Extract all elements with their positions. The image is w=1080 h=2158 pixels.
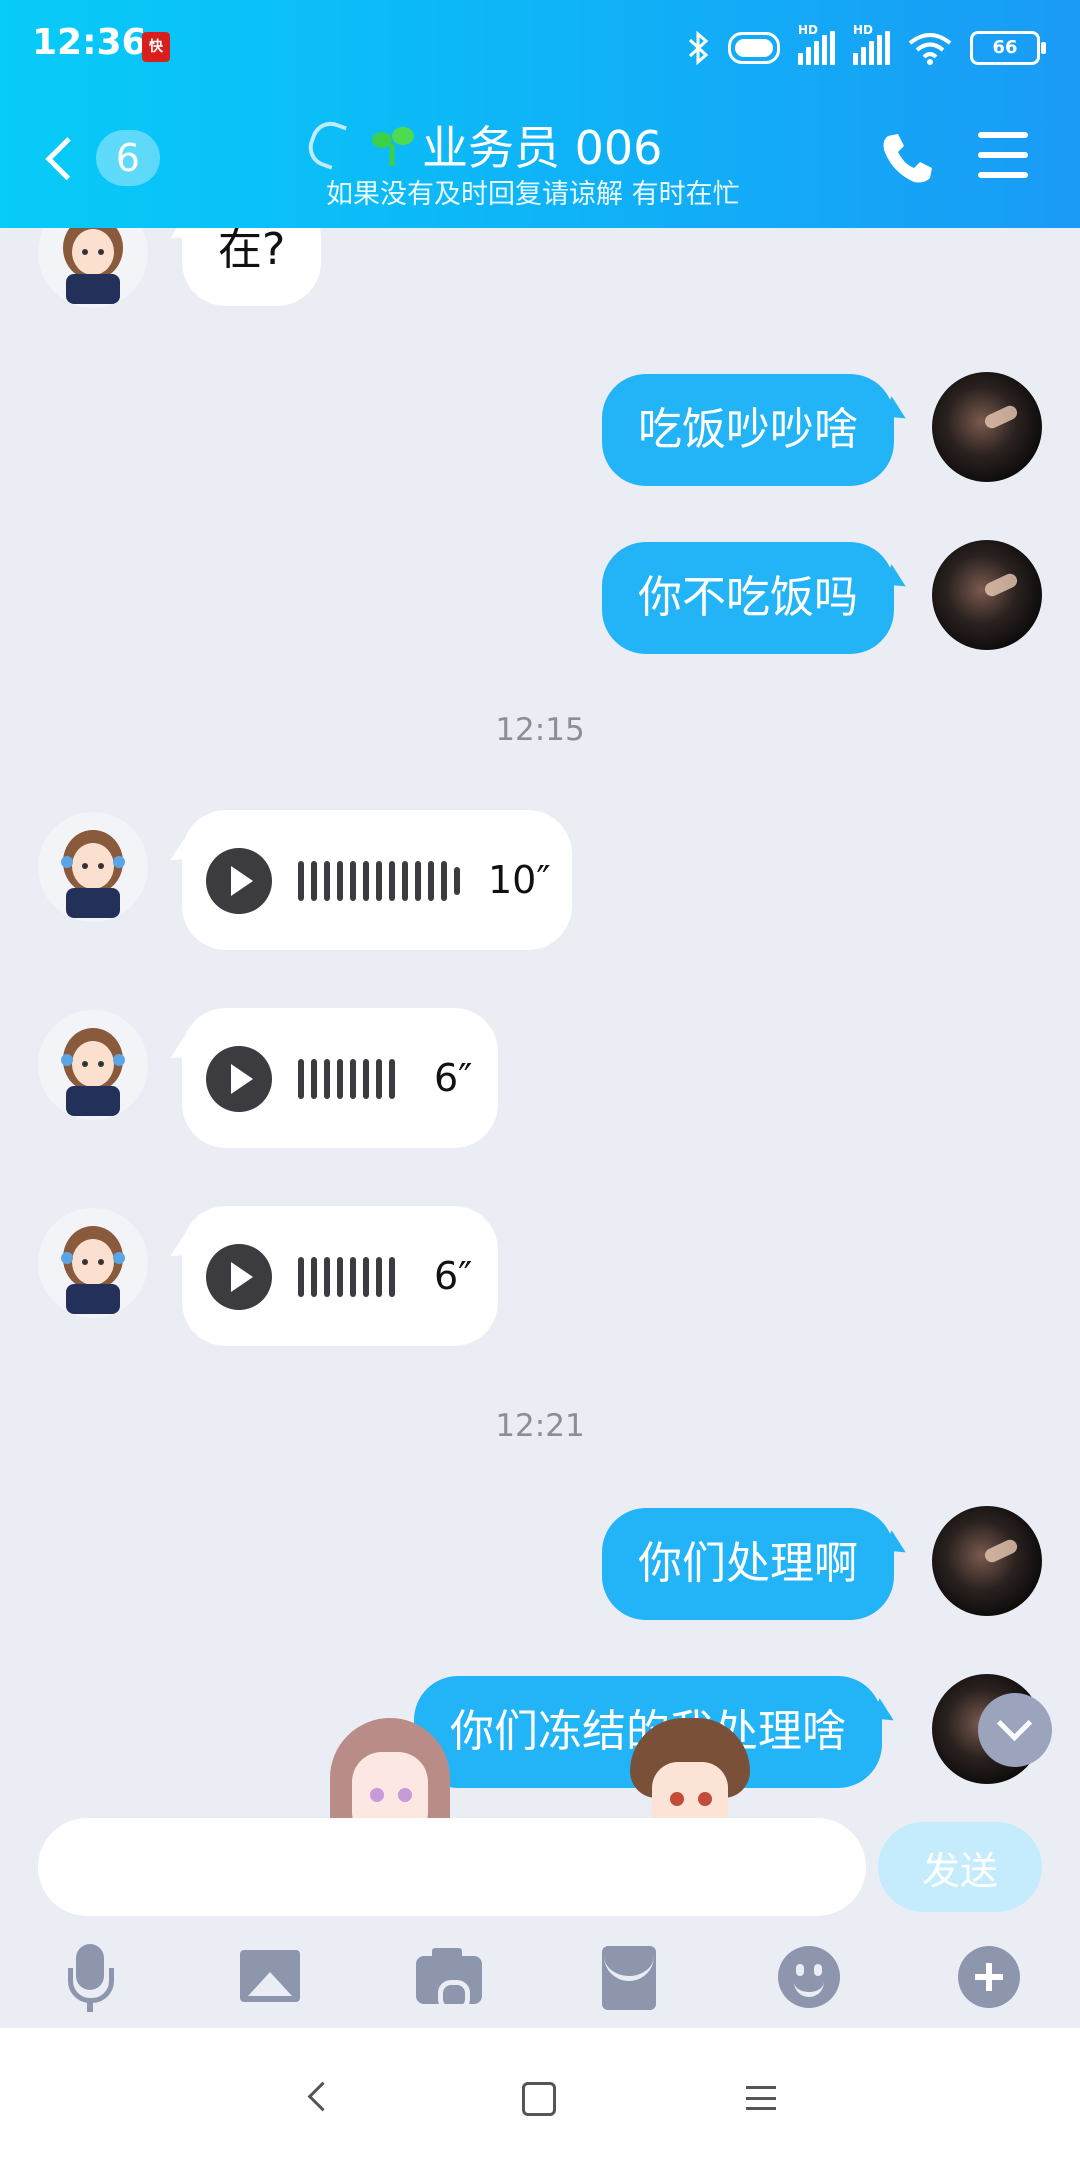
voice-message[interactable]: 6″ xyxy=(182,1206,498,1346)
play-icon[interactable] xyxy=(206,848,272,914)
user-avatar[interactable] xyxy=(932,1506,1042,1616)
voice-duration: 10″ xyxy=(488,858,551,902)
agent-avatar[interactable] xyxy=(38,228,148,308)
agent-avatar[interactable] xyxy=(38,812,148,922)
back-button[interactable]: 6 xyxy=(40,128,160,188)
waveform-icon xyxy=(298,1256,395,1298)
emoji-icon[interactable] xyxy=(774,1942,846,2014)
voice-message[interactable]: 6″ xyxy=(182,1008,498,1148)
agent-avatar[interactable] xyxy=(38,1208,148,1318)
message-list[interactable]: 在? 吃饭吵吵啥 你不吃饭吗 12:15 10″ 6″ 6″ 12:21 你们处… xyxy=(0,228,1080,1818)
contact-name: 业务员 006 xyxy=(422,121,663,175)
phone-icon[interactable] xyxy=(878,130,934,186)
status-time: 12:36 xyxy=(32,22,147,63)
sprout-icon xyxy=(372,127,414,166)
mic-icon[interactable] xyxy=(54,1942,126,2014)
voice-message[interactable]: 10″ xyxy=(182,810,572,950)
message-input[interactable] xyxy=(38,1818,866,1916)
status-icons: HD HD 66 xyxy=(686,23,1046,68)
message-timestamp: 12:21 xyxy=(495,1408,585,1444)
bluetooth-icon xyxy=(688,31,709,65)
app-notification-icon: 快 xyxy=(142,32,170,62)
vibrate-icon xyxy=(728,32,780,64)
contact-status: 如果没有及时回复请谅解 有时在忙 xyxy=(326,179,740,210)
agent-avatar[interactable] xyxy=(38,1010,148,1120)
battery-icon: 66 xyxy=(970,31,1046,65)
red-envelope-icon[interactable] xyxy=(594,1942,666,2014)
chat-header: 12:36 快 HD HD 66 6 业务员 006 如果没有及时回复请谅解 有… xyxy=(0,0,1080,228)
waveform-icon xyxy=(298,860,460,902)
voice-duration: 6″ xyxy=(434,1056,473,1100)
signal-icon-1: HD xyxy=(798,23,835,65)
message-bubble[interactable]: 吃饭吵吵啥 xyxy=(602,374,894,486)
play-icon[interactable] xyxy=(206,1046,272,1112)
nav-home-icon[interactable] xyxy=(522,2082,556,2116)
image-icon[interactable] xyxy=(234,1942,306,2014)
voice-duration: 6″ xyxy=(434,1254,473,1298)
message-bubble[interactable]: 在? xyxy=(182,228,322,306)
anime-girl-sticker xyxy=(330,1718,450,1818)
input-bar: 发送 xyxy=(0,1818,1080,2028)
anime-boy-sticker xyxy=(630,1718,750,1818)
message-timestamp: 12:15 xyxy=(495,712,585,748)
chevron-left-icon xyxy=(45,136,89,180)
nav-recents-icon[interactable] xyxy=(746,2086,776,2110)
play-icon[interactable] xyxy=(206,1244,272,1310)
menu-icon[interactable] xyxy=(978,132,1028,178)
user-avatar[interactable] xyxy=(932,540,1042,650)
ear-icon xyxy=(303,116,347,170)
signal-icon-2: HD xyxy=(853,23,890,65)
wifi-icon xyxy=(908,33,952,65)
message-bubble[interactable]: 你不吃饭吗 xyxy=(602,542,894,654)
waveform-icon xyxy=(298,1058,395,1100)
camera-icon[interactable] xyxy=(414,1942,486,2014)
message-bubble[interactable]: 你们处理啊 xyxy=(602,1508,894,1620)
plus-icon[interactable] xyxy=(954,1942,1026,2014)
nav-back-icon[interactable] xyxy=(307,2081,338,2112)
user-avatar[interactable] xyxy=(932,372,1042,482)
send-button[interactable]: 发送 xyxy=(878,1822,1042,1912)
unread-count-badge: 6 xyxy=(95,130,160,186)
system-nav-bar xyxy=(0,2028,1080,2158)
scroll-to-bottom-button[interactable] xyxy=(978,1693,1052,1767)
chat-title-area[interactable]: 业务员 006 如果没有及时回复请谅解 有时在忙 xyxy=(300,108,800,210)
input-toolbar xyxy=(0,1942,1080,2022)
